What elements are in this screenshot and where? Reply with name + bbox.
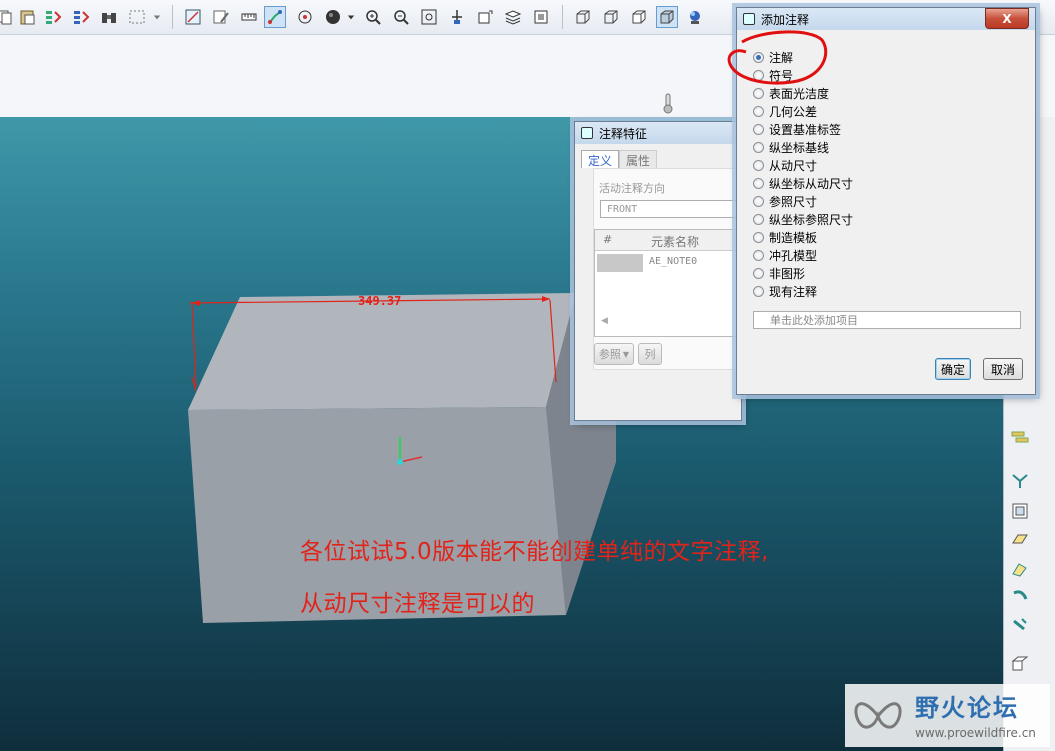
copy-icon[interactable] — [0, 6, 16, 28]
radio-icon[interactable] — [753, 213, 764, 225]
note-feature-dialog: 注释特征 定义 属性 活动注释方向 FRONT # 元素名称 AE_NOTE0 … — [574, 121, 745, 421]
definition-panel: 活动注释方向 FRONT # 元素名称 AE_NOTE0 ◀ 参照 ▼ 列 — [593, 168, 745, 370]
binoculars-icon[interactable] — [98, 6, 120, 28]
close-button[interactable]: X — [985, 8, 1029, 29]
zoom-out-icon[interactable] — [390, 6, 412, 28]
radio-icon[interactable] — [753, 87, 764, 99]
add-note-title: 添加注释 — [761, 12, 810, 27]
measure-icon[interactable] — [238, 6, 260, 28]
cancel-button[interactable]: 取消 — [983, 358, 1023, 380]
ok-button[interactable]: 确定 — [935, 358, 971, 380]
hidden-line-icon[interactable] — [600, 6, 622, 28]
option-manufacturing-template[interactable]: 制造模板 — [753, 228, 817, 246]
shading-icon[interactable] — [322, 6, 344, 28]
regenerate-icon[interactable] — [42, 6, 64, 28]
table-header-element-name: 元素名称 — [651, 235, 700, 249]
table-header-hash: # — [603, 233, 613, 246]
watermark-site-name: 野火论坛 — [915, 694, 1019, 722]
wireframe-icon[interactable] — [572, 6, 594, 28]
hole-icon[interactable] — [1008, 585, 1032, 609]
saved-views-icon[interactable] — [474, 6, 496, 28]
regenerate-manager-icon[interactable] — [70, 6, 92, 28]
add-item-input[interactable]: 单击此处添加项目 — [753, 311, 1021, 329]
radio-icon[interactable] — [753, 249, 764, 261]
tab-properties[interactable]: 属性 — [619, 150, 658, 168]
dimension-value[interactable]: 349.37 — [358, 294, 401, 308]
butterfly-logo — [854, 702, 902, 729]
extrude-icon[interactable] — [1008, 469, 1032, 493]
radio-icon[interactable] — [753, 141, 764, 153]
sweep-icon[interactable] — [1008, 527, 1032, 551]
dropdown-icon[interactable] — [150, 6, 164, 28]
note-feature-icon[interactable] — [1008, 427, 1032, 451]
select-box-icon[interactable] — [126, 6, 148, 28]
option-ordinate-baseline[interactable]: 纵坐标基线 — [753, 138, 829, 156]
element-table: # 元素名称 AE_NOTE0 ◀ — [594, 229, 744, 337]
shading-dropdown-icon[interactable] — [344, 6, 358, 28]
radio-icon[interactable] — [753, 267, 764, 279]
zoom-in-icon[interactable] — [362, 6, 384, 28]
annotation-text-line1: 各位试试5.0版本能不能创建单纯的文字注释, — [300, 539, 769, 565]
reference-button[interactable]: 参照 ▼ — [594, 343, 634, 365]
shaded-icon[interactable] — [656, 6, 678, 28]
datum-plane-icon[interactable] — [1008, 651, 1032, 675]
thermometer-icon[interactable] — [660, 92, 676, 114]
no-hidden-icon[interactable] — [628, 6, 650, 28]
option-punch-model[interactable]: 冲孔模型 — [753, 246, 817, 264]
annotation-text-line2: 从动尺寸注释是可以的 — [300, 591, 535, 617]
option-existing-note[interactable]: 现有注释 — [753, 282, 817, 300]
orientation-field[interactable]: FRONT — [600, 200, 740, 218]
option-non-graphical[interactable]: 非图形 — [753, 264, 805, 282]
option-ordinate-reference-dimension[interactable]: 纵坐标参照尺寸 — [753, 210, 853, 228]
note-feature-title-bar[interactable]: 注释特征 — [575, 122, 741, 144]
refit-icon[interactable] — [418, 6, 440, 28]
chevron-down-icon: ▼ — [622, 349, 630, 359]
view-manager-icon[interactable] — [530, 6, 552, 28]
scroll-left-icon[interactable]: ◀ — [601, 316, 608, 326]
spin-center-icon[interactable] — [294, 6, 316, 28]
note-feature-title: 注释特征 — [599, 126, 648, 141]
part-top-face — [188, 293, 576, 410]
option-driven-dimension[interactable]: 从动尺寸 — [753, 156, 817, 174]
orient-icon[interactable] — [446, 6, 468, 28]
edit-icon[interactable] — [210, 6, 232, 28]
radio-icon[interactable] — [753, 105, 764, 117]
orientation-label: 活动注释方向 — [599, 182, 665, 195]
datum-display-icon[interactable] — [182, 6, 204, 28]
tab-definition[interactable]: 定义 — [581, 150, 620, 168]
watermark: 野火论坛 www.proewildfire.cn — [845, 684, 1050, 747]
blend-icon[interactable] — [1008, 557, 1032, 581]
table-row-selector[interactable] — [597, 254, 643, 272]
paste-icon[interactable] — [16, 6, 38, 28]
option-geometric-tolerance[interactable]: 几何公差 — [753, 102, 817, 120]
radio-icon[interactable] — [753, 177, 764, 189]
dialog-icon — [581, 127, 593, 139]
option-reference-dimension[interactable]: 参照尺寸 — [753, 192, 817, 210]
radio-icon[interactable] — [753, 123, 764, 135]
revolve-icon[interactable] — [1008, 499, 1032, 523]
radio-icon[interactable] — [753, 231, 764, 243]
watermark-url: www.proewildfire.cn — [915, 726, 1036, 740]
datum-axis-icon[interactable] — [264, 6, 286, 28]
option-set-datum-tag[interactable]: 设置基准标签 — [753, 120, 841, 138]
radio-icon[interactable] — [753, 195, 764, 207]
column-button[interactable]: 列 — [638, 343, 662, 365]
csys-origin — [397, 459, 403, 465]
radio-icon[interactable] — [753, 159, 764, 171]
round-icon[interactable] — [1008, 613, 1032, 637]
radio-icon[interactable] — [753, 285, 764, 297]
layers-icon[interactable] — [502, 6, 524, 28]
dialog-icon — [743, 13, 755, 25]
table-row-value[interactable]: AE_NOTE0 — [649, 256, 697, 267]
option-ordinate-driven-dimension[interactable]: 纵坐标从动尺寸 — [753, 174, 853, 192]
highlight-circle — [727, 30, 828, 85]
appearance-icon[interactable] — [684, 6, 706, 28]
